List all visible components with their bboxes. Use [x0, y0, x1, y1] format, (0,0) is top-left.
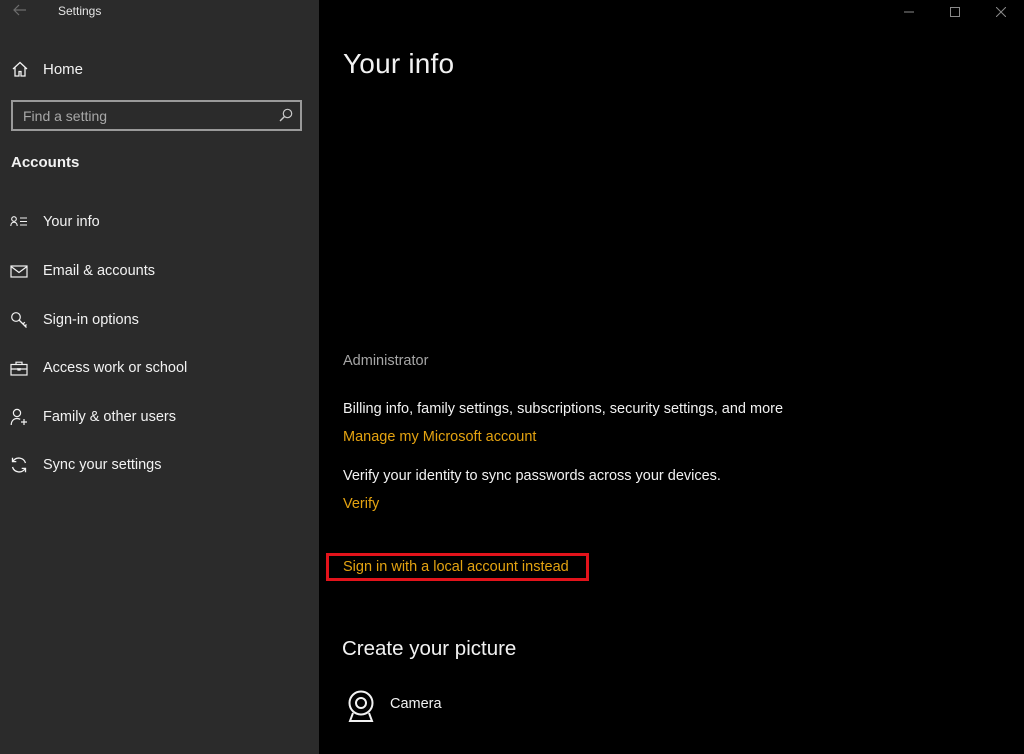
account-name: Administrator	[343, 353, 429, 369]
billing-info-text: Billing info, family settings, subscript…	[343, 401, 784, 417]
sidebar-item-your-info[interactable]: Your info	[0, 202, 319, 242]
sidebar-item-label: Sync your settings	[43, 457, 162, 473]
sidebar-item-sign-in-options[interactable]: Sign-in options	[0, 300, 319, 340]
minimize-icon	[904, 11, 914, 13]
home-button[interactable]: Home	[0, 53, 319, 85]
back-button[interactable]	[9, 2, 31, 20]
sidebar-item-label: Family & other users	[43, 409, 176, 425]
create-picture-title: Create your picture	[342, 637, 517, 660]
maximize-icon	[950, 7, 960, 17]
camera-icon	[343, 688, 379, 724]
page-title: Your info	[343, 48, 455, 79]
sidebar-item-label: Email & accounts	[43, 263, 156, 279]
sidebar-item-sync-settings[interactable]: Sync your settings	[0, 445, 319, 485]
sidebar-item-label: Sign-in options	[43, 312, 139, 328]
sidebar-item-family-other-users[interactable]: Family & other users	[0, 397, 319, 437]
close-icon	[996, 7, 1006, 17]
sidebar-item-access-work-school[interactable]: Access work or school	[0, 348, 319, 388]
sidebar: Settings Home Accounts Your info	[0, 0, 319, 754]
sidebar-item-email-accounts[interactable]: Email & accounts	[0, 251, 319, 291]
key-icon	[10, 311, 28, 329]
add-person-icon	[10, 408, 28, 426]
home-label: Home	[43, 60, 84, 78]
verify-description-text: Verify your identity to sync passwords a…	[343, 468, 721, 484]
title-bar: Settings	[0, 0, 319, 24]
camera-button[interactable]: Camera	[343, 688, 442, 728]
mail-icon	[10, 262, 28, 280]
briefcase-icon	[10, 359, 28, 377]
app-title: Settings	[58, 4, 102, 18]
sidebar-item-label: Your info	[43, 214, 100, 230]
search-icon[interactable]	[279, 108, 293, 122]
sign-in-local-account-link[interactable]: Sign in with a local account instead	[343, 559, 569, 575]
camera-label: Camera	[390, 696, 442, 712]
back-arrow-icon	[13, 4, 26, 16]
sync-icon	[10, 456, 28, 474]
sidebar-item-label: Access work or school	[43, 360, 188, 376]
close-button[interactable]	[978, 0, 1024, 24]
minimize-button[interactable]	[886, 0, 932, 24]
maximize-button[interactable]	[932, 0, 978, 24]
main-content: Your info Administrator Billing info, fa…	[319, 0, 1024, 754]
person-card-icon	[10, 213, 28, 231]
search-input[interactable]	[13, 102, 273, 129]
home-icon	[11, 60, 29, 78]
search-box[interactable]	[11, 100, 302, 131]
verify-link[interactable]: Verify	[343, 496, 379, 512]
manage-microsoft-account-link[interactable]: Manage my Microsoft account	[343, 429, 536, 445]
section-title: Accounts	[11, 154, 80, 171]
window-controls	[886, 0, 1024, 24]
